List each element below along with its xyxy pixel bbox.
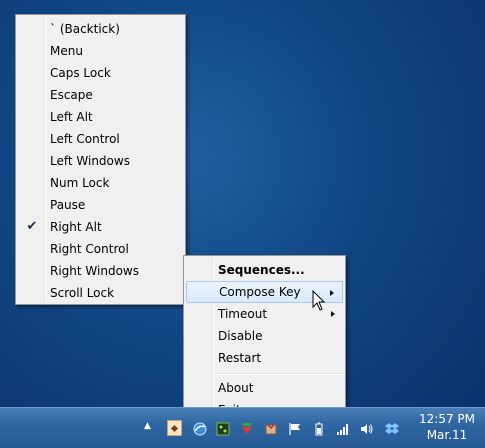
submenu-item-label: Menu [50,44,83,58]
checkmark-icon: ✔ [26,219,38,234]
submenu-arrow-icon [330,290,334,296]
submenu-item-label: Caps Lock [50,66,111,80]
browser-icon[interactable] [193,422,207,436]
submenu-item-label: Right Control [50,242,129,256]
submenu-item-right-alt[interactable]: ✔ Right Alt [18,216,183,238]
mouse-cursor-icon [312,290,326,311]
disable-label: Disable [218,329,263,343]
battery-icon[interactable] [312,422,326,436]
compose-key-submenu: ` (Backtick) Menu Caps Lock Escape Left … [15,14,186,305]
show-hidden-icons-button[interactable]: ▲ [144,421,151,431]
clock-date: Mar.11 [426,428,468,442]
sequences-label: Sequences... [218,263,305,277]
submenu-item-right-control[interactable]: Right Control [18,238,183,260]
submenu-item-right-windows[interactable]: Right Windows [18,260,183,282]
compose-key-label: Compose Key [219,285,301,299]
network-icon[interactable] [336,422,350,436]
submenu-item-pause[interactable]: Pause [18,194,183,216]
sequences-menu-item[interactable]: Sequences... [186,259,343,281]
download-icon[interactable] [240,422,254,436]
app-green-icon[interactable] [216,422,230,436]
submenu-item-label: Escape [50,88,93,102]
submenu-item-label: ` (Backtick) [50,22,120,36]
clock-time: 12:57 PM [419,412,475,426]
submenu-item-menu[interactable]: Menu [18,40,183,62]
restart-menu-item[interactable]: Restart [186,347,343,369]
about-label: About [218,381,254,395]
submenu-item-label: Num Lock [50,176,110,190]
restart-label: Restart [218,351,262,365]
timeout-label: Timeout [218,307,268,321]
submenu-item-label: Left Alt [50,110,93,124]
submenu-item-label: Left Windows [50,154,130,168]
submenu-item-label: Scroll Lock [50,286,115,300]
disable-menu-item[interactable]: Disable [186,325,343,347]
submenu-item-left-windows[interactable]: Left Windows [18,150,183,172]
flag-icon[interactable] [288,422,302,436]
submenu-item-left-control[interactable]: Left Control [18,128,183,150]
submenu-item-num-lock[interactable]: Num Lock [18,172,183,194]
submenu-item-scroll-lock[interactable]: Scroll Lock [18,282,183,304]
submenu-item-backtick[interactable]: ` (Backtick) [18,18,183,40]
system-clock[interactable]: 12:57 PM Mar.11 [419,411,475,443]
submenu-item-left-alt[interactable]: Left Alt [18,106,183,128]
wincompose-icon[interactable] [167,420,182,436]
submenu-arrow-icon [331,311,335,317]
about-menu-item[interactable]: About [186,377,343,399]
tray-context-menu: Sequences... Compose Key Timeout Disable… [183,255,346,424]
taskbar: ▲ 12:57 PM Mar.11 [0,407,485,448]
submenu-item-label: Pause [50,198,86,212]
dropbox-icon[interactable] [385,422,399,436]
package-icon[interactable] [264,422,278,436]
submenu-item-escape[interactable]: Escape [18,84,183,106]
submenu-item-label: Right Alt [50,220,102,234]
submenu-item-label: Right Windows [50,264,139,278]
submenu-item-label: Left Control [50,132,120,146]
volume-icon[interactable] [360,422,374,436]
menu-separator [214,373,343,375]
submenu-item-caps-lock[interactable]: Caps Lock [18,62,183,84]
